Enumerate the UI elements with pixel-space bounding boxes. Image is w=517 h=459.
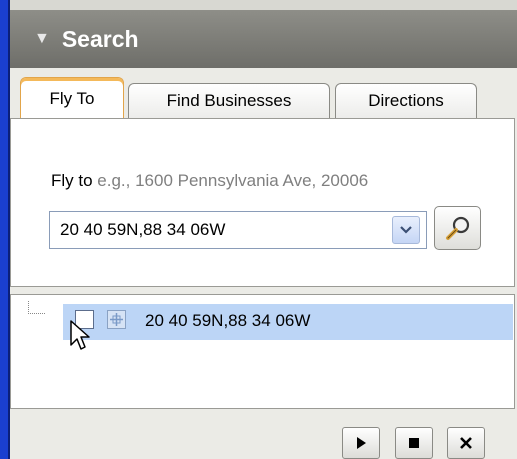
tab-fly-to[interactable]: Fly To [20,77,124,119]
fly-to-label-text: Fly to [51,171,93,190]
panel-title: Search [61,25,139,52]
tab-label: Directions [368,91,444,110]
collapse-triangle-icon[interactable]: ▼ [34,30,50,48]
left-accent-bar [0,0,8,459]
result-label: 20 40 59N,88 34 06W [145,311,311,330]
list-item[interactable]: 20 40 59N,88 34 06W [63,304,513,340]
tree-connector [28,301,45,314]
fly-to-combobox[interactable]: 20 40 59N,88 34 06W [49,211,427,249]
close-button[interactable] [447,427,485,459]
stop-icon [409,438,419,448]
stop-button[interactable] [395,427,433,459]
fly-to-hint: e.g., 1600 Pennsylvania Ave, 20006 [97,171,369,190]
fly-to-input[interactable]: 20 40 59N,88 34 06W [60,220,392,240]
tab-directions[interactable]: Directions [335,83,477,118]
fly-to-label: Fly to e.g., 1600 Pennsylvania Ave, 2000… [51,171,368,191]
fly-to-panel: Fly to e.g., 1600 Pennsylvania Ave, 2000… [10,118,515,287]
magnifier-icon [445,216,469,240]
play-icon [357,437,366,449]
results-list: 20 40 59N,88 34 06W [10,294,515,409]
play-button[interactable] [342,427,380,459]
tab-strip: Fly To Find Businesses Directions [10,68,517,119]
placemark-icon [107,310,126,329]
search-panel-header[interactable]: ▼ Search [10,10,517,69]
chevron-down-icon[interactable] [392,216,420,244]
tab-label: Fly To [49,88,95,108]
close-icon [460,437,472,449]
top-divider [10,0,517,10]
search-button[interactable] [434,206,481,250]
tab-label: Find Businesses [166,91,292,110]
mouse-pointer-icon [70,320,90,350]
playback-toolbar [10,410,517,459]
tab-find-businesses[interactable]: Find Businesses [128,83,330,118]
